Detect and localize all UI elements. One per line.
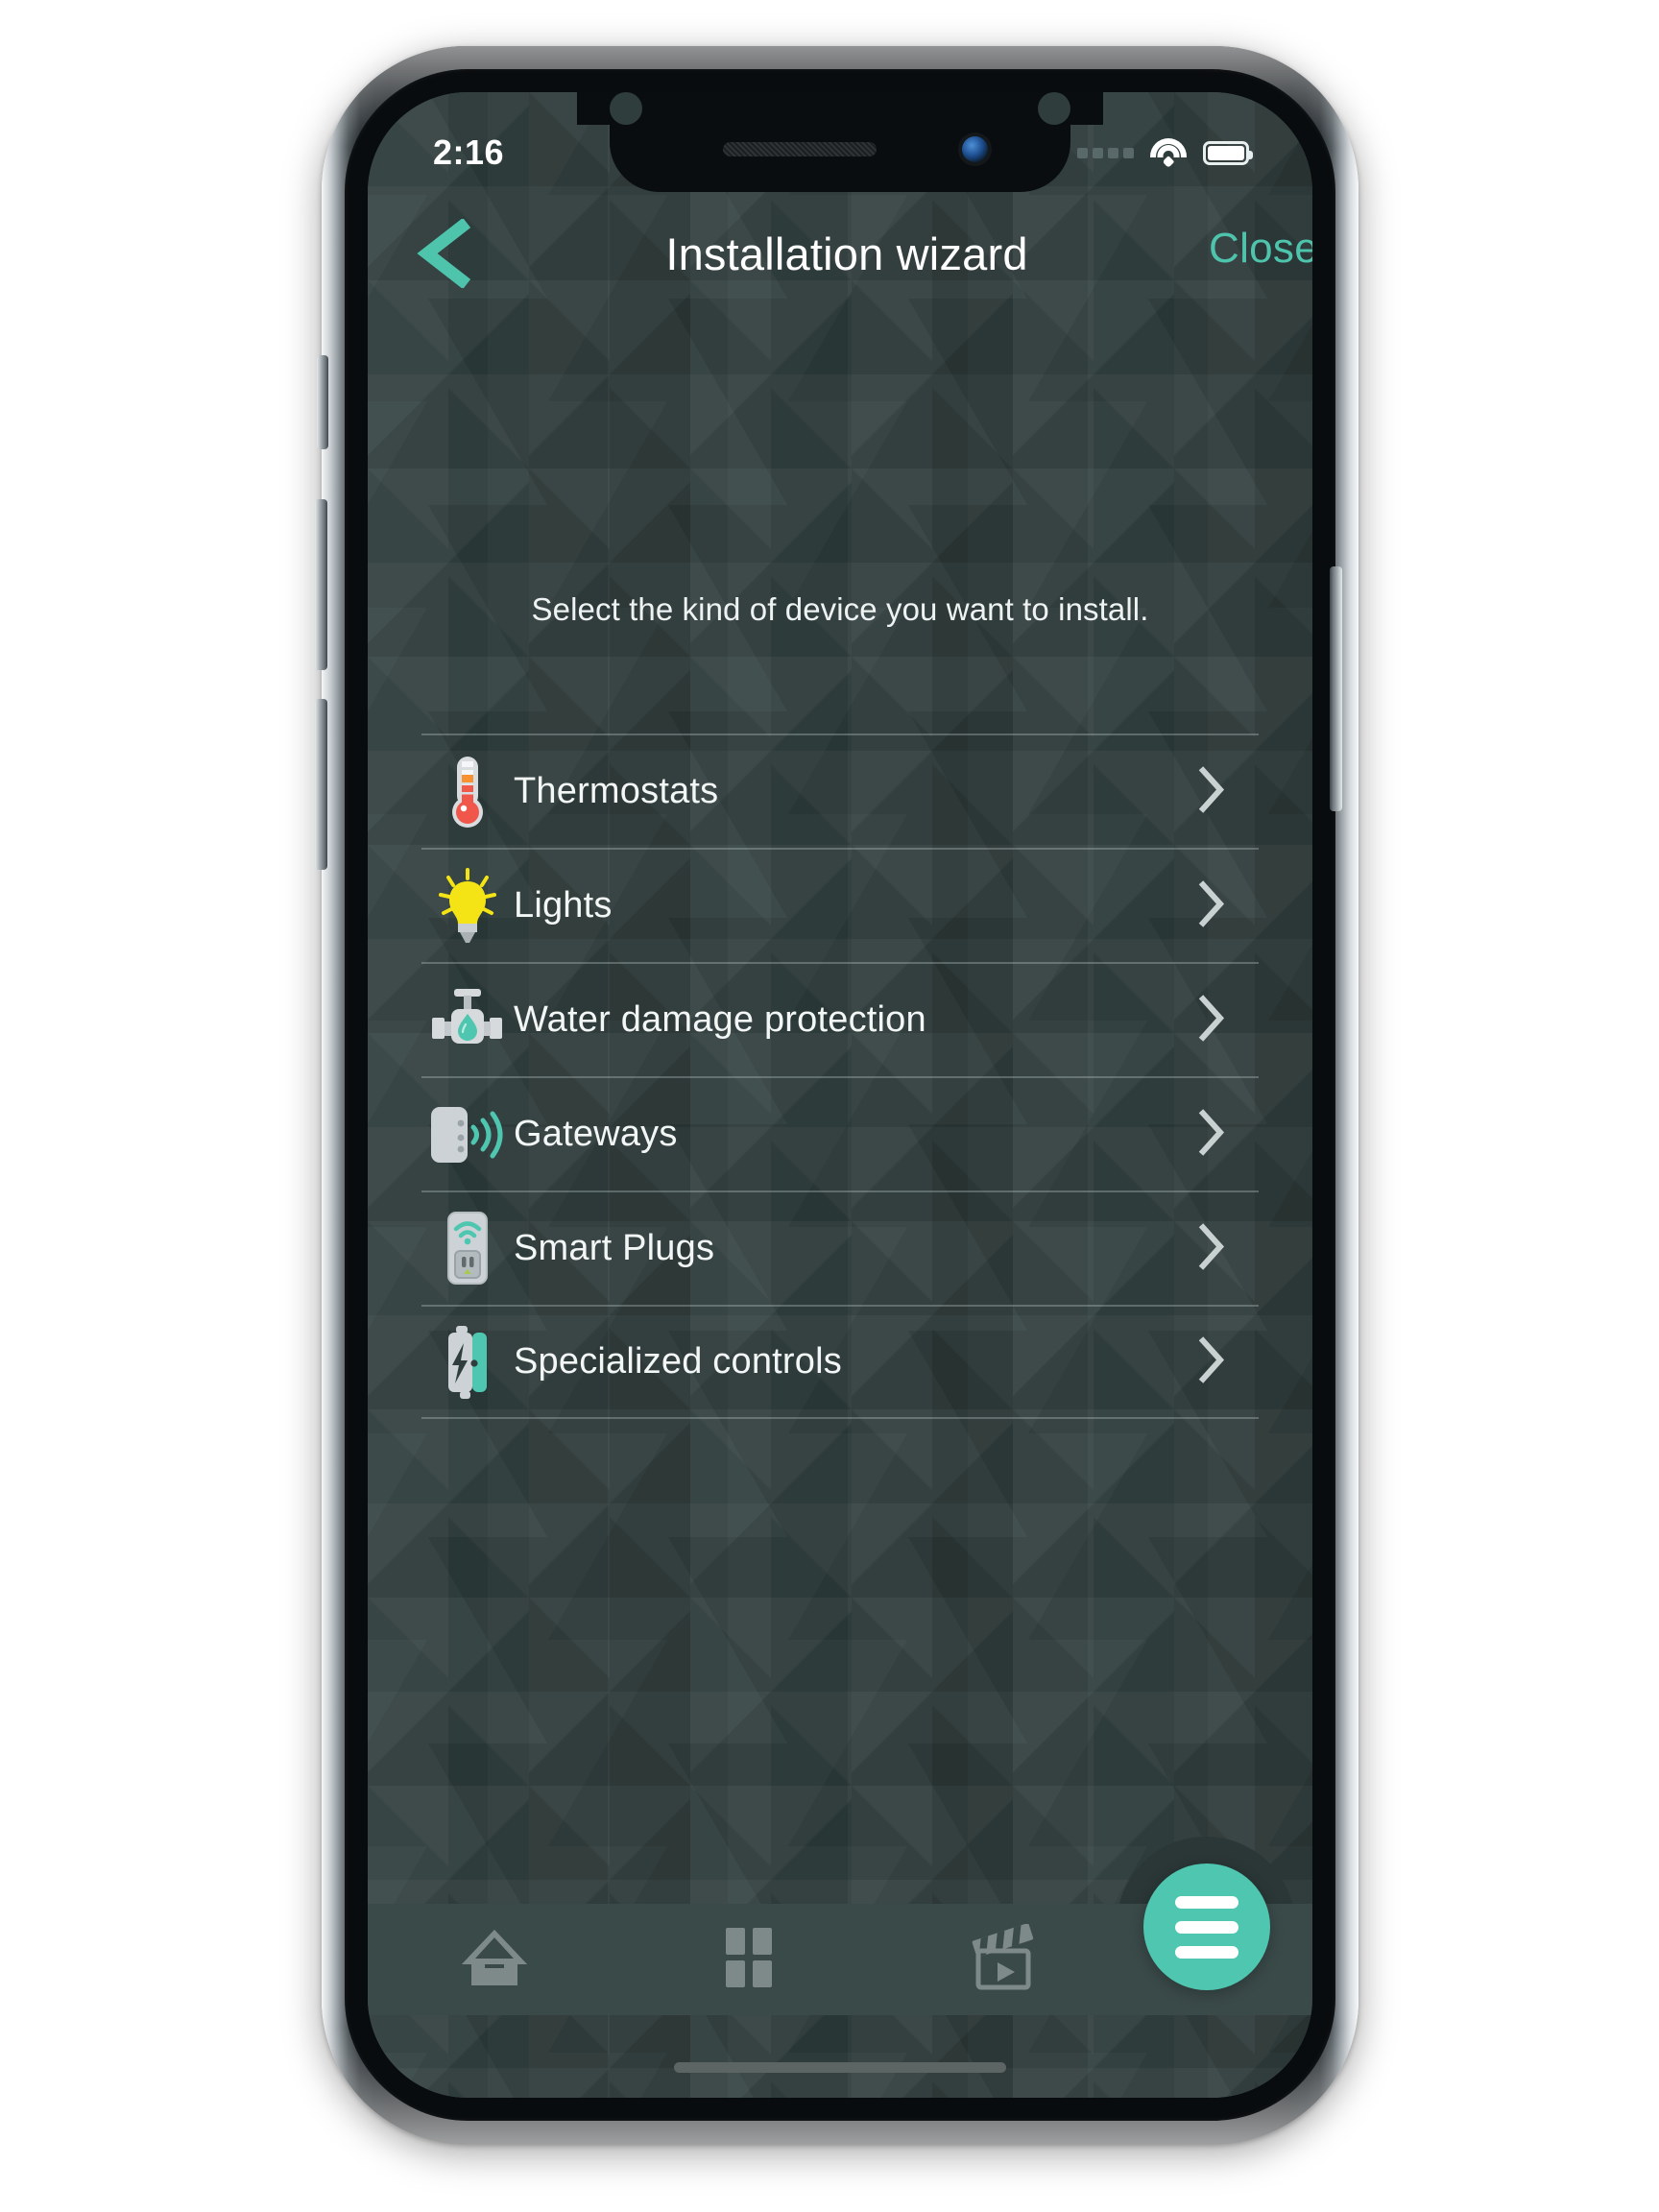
menu-fab-button[interactable] <box>1143 1863 1270 1990</box>
instruction-text: Select the kind of device you want to in… <box>531 591 1149 627</box>
grid-icon <box>720 1926 778 1994</box>
list-item-gateways[interactable]: Gateways <box>421 1076 1259 1190</box>
list-item-specialized-controls[interactable]: Specialized controls <box>421 1305 1259 1419</box>
smart-plug-icon <box>421 1211 514 1287</box>
device-notch <box>577 92 1103 192</box>
list-item-label: Water damage protection <box>514 999 926 1040</box>
mute-switch-button[interactable] <box>317 355 328 449</box>
chevron-right-icon <box>1197 1108 1226 1161</box>
earpiece-speaker-icon <box>723 142 877 156</box>
lightbulb-icon <box>421 867 514 945</box>
list-item-water-damage-protection[interactable]: Water damage protection <box>421 962 1259 1076</box>
chevron-left-icon[interactable] <box>412 219 479 288</box>
gateway-signal-icon <box>421 1101 514 1168</box>
volume-down-button[interactable] <box>315 699 327 870</box>
close-button[interactable]: Close <box>1209 225 1312 273</box>
list-item-smart-plugs[interactable]: Smart Plugs <box>421 1190 1259 1305</box>
screenshot-canvas: 2:16 Installation wizard Close Select th… <box>0 0 1659 2212</box>
chevron-right-icon <box>1197 879 1226 932</box>
water-valve-icon <box>421 987 514 1054</box>
tab-rooms[interactable] <box>622 1926 877 1994</box>
list-item-thermostats[interactable]: Thermostats <box>421 733 1259 848</box>
signal-dots-icon <box>1077 147 1134 158</box>
status-clock: 2:16 <box>433 132 505 172</box>
notch-corner-left <box>610 92 642 125</box>
volume-up-button[interactable] <box>315 499 327 670</box>
list-item-label: Lights <box>514 885 613 926</box>
home-icon <box>458 1926 531 1994</box>
status-indicators <box>1077 138 1253 168</box>
tab-home[interactable] <box>368 1926 622 1994</box>
page-title: Installation wizard <box>665 228 1028 279</box>
device-category-list: Thermostats Lights Water damage protecti… <box>421 733 1259 1419</box>
thermometer-icon <box>421 754 514 830</box>
hamburger-menu-icon <box>1175 1895 1238 1959</box>
chevron-right-icon <box>1197 765 1226 818</box>
list-item-label: Specialized controls <box>514 1341 842 1382</box>
list-item-label: Thermostats <box>514 771 719 811</box>
phone-screen: 2:16 Installation wizard Close Select th… <box>368 92 1312 2098</box>
home-indicator[interactable] <box>674 2062 1006 2073</box>
app-bar: Installation wizard Close <box>368 192 1312 315</box>
chevron-right-icon <box>1197 1222 1226 1275</box>
notch-corner-right <box>1038 92 1070 125</box>
power-button[interactable] <box>1330 566 1342 811</box>
power-bolt-device-icon <box>421 1324 514 1401</box>
chevron-right-icon <box>1197 1335 1226 1388</box>
list-item-lights[interactable]: Lights <box>421 848 1259 962</box>
list-item-label: Smart Plugs <box>514 1228 715 1268</box>
chevron-right-icon <box>1197 994 1226 1046</box>
front-camera-icon <box>962 136 988 162</box>
list-item-label: Gateways <box>514 1114 678 1154</box>
clapperboard-icon <box>967 1922 1040 1996</box>
tab-scenes[interactable] <box>876 1922 1130 1996</box>
wifi-icon <box>1150 138 1187 168</box>
battery-full-icon <box>1203 140 1253 165</box>
